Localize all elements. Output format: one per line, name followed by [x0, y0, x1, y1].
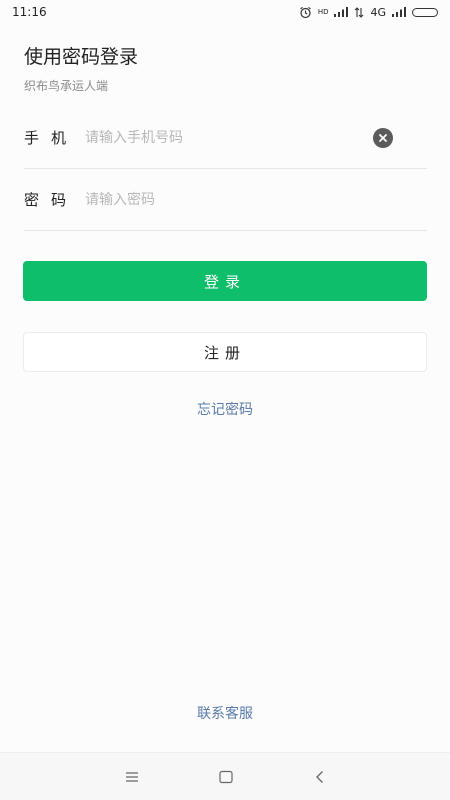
status-time: 11:16 [12, 5, 47, 19]
back-icon[interactable] [310, 767, 330, 787]
password-label: 密码 [24, 191, 79, 209]
status-icons: HD 4G [299, 6, 438, 19]
login-button[interactable]: 登录 [23, 261, 427, 301]
status-bar: 11:16 HD 4G [0, 0, 450, 24]
network-type: 4G [370, 5, 386, 19]
battery-icon [412, 7, 438, 17]
alarm-icon [299, 6, 311, 18]
page-subtitle: 织布鸟承运人端 [24, 79, 109, 93]
signal-icon-2 [392, 7, 406, 17]
phone-input[interactable] [83, 121, 367, 155]
menu-icon[interactable] [122, 767, 142, 787]
navigation-bar [0, 752, 450, 800]
contact-support-link[interactable]: 联系客服 [0, 703, 450, 723]
register-button[interactable]: 注册 [23, 332, 427, 372]
forgot-password-link[interactable]: 忘记密码 [0, 399, 450, 419]
clear-icon[interactable] [373, 128, 393, 148]
password-input[interactable] [83, 183, 367, 217]
page-title: 使用密码登录 [24, 46, 139, 68]
hd-label: HD [317, 8, 329, 16]
password-field: 密码 [24, 169, 427, 231]
phone-field: 手机 [24, 107, 427, 169]
signal-icon [334, 7, 349, 17]
home-icon[interactable] [216, 767, 236, 787]
data-arrows-icon [355, 6, 364, 18]
phone-label: 手机 [24, 129, 79, 147]
